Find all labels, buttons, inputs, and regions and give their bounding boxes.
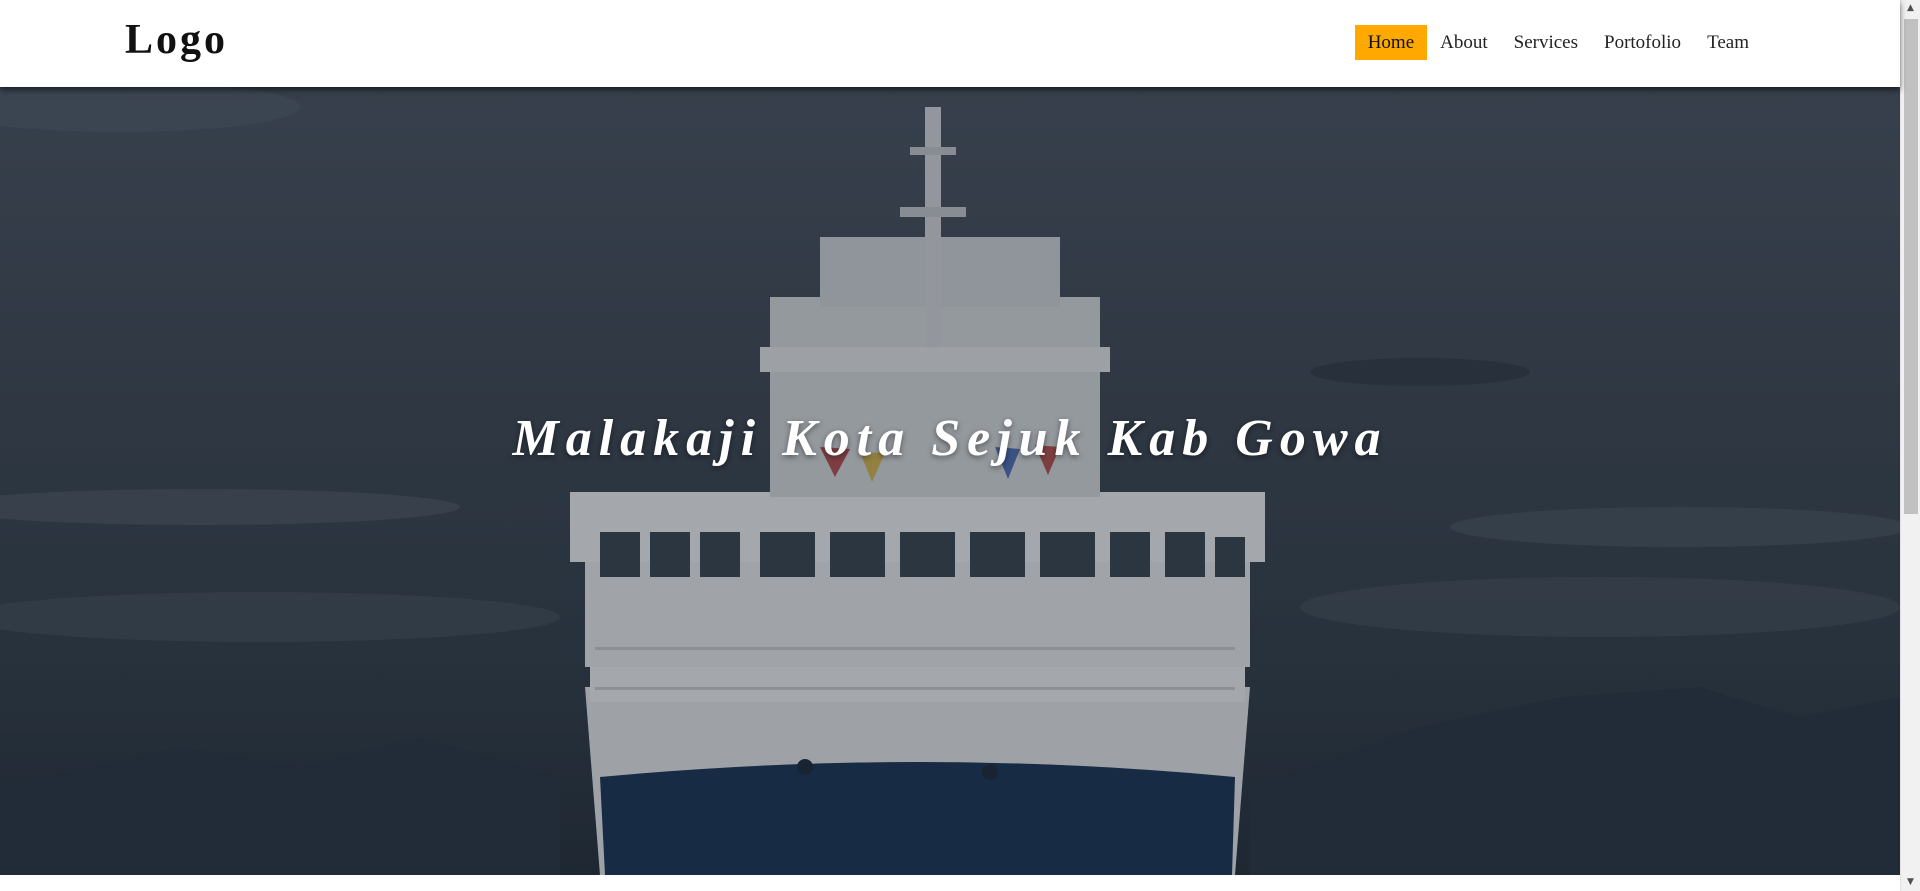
navbar: Logo Home About Services Portofolio Team xyxy=(0,0,1900,87)
hero-title: Malakaji Kota Sejuk Kab Gowa xyxy=(512,410,1388,467)
hero-dark-overlay xyxy=(0,87,1900,875)
main-nav: Home About Services Portofolio Team xyxy=(1354,25,1762,60)
logo[interactable]: Logo xyxy=(125,16,228,64)
vertical-scrollbar[interactable]: ▲ ▼ xyxy=(1900,0,1920,891)
nav-services[interactable]: Services xyxy=(1501,25,1591,60)
scroll-up-arrow-icon[interactable]: ▲ xyxy=(1901,0,1920,17)
scroll-down-arrow-icon[interactable]: ▼ xyxy=(1901,874,1920,891)
scrollbar-thumb[interactable] xyxy=(1904,19,1918,514)
page-bottom-strip xyxy=(0,875,1900,891)
nav-home[interactable]: Home xyxy=(1354,25,1428,60)
nav-portofolio[interactable]: Portofolio xyxy=(1591,25,1694,60)
hero-section: Malakaji Kota Sejuk Kab Gowa xyxy=(0,87,1900,875)
nav-team[interactable]: Team xyxy=(1694,25,1762,60)
nav-about[interactable]: About xyxy=(1427,25,1501,60)
